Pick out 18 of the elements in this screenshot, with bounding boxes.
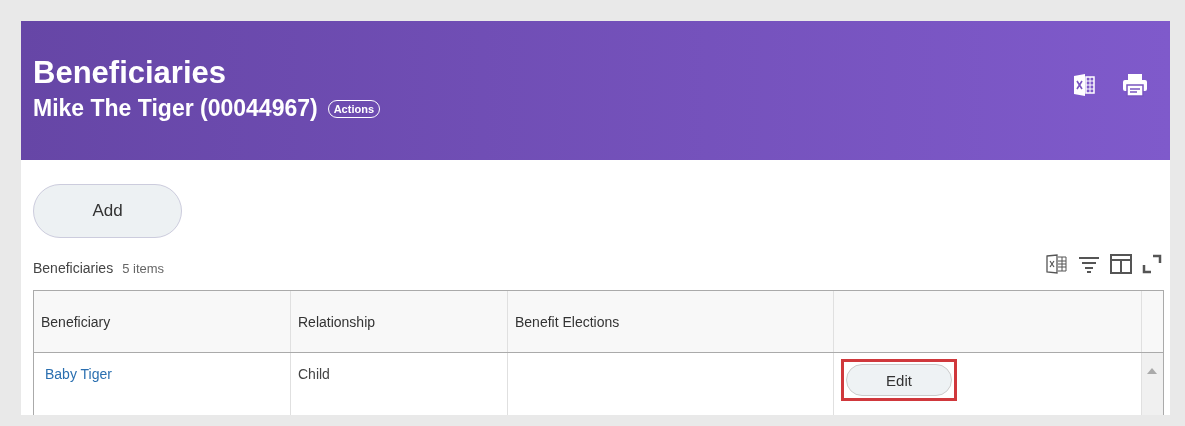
beneficiary-link[interactable]: Baby Tiger bbox=[41, 366, 112, 382]
page-title: Beneficiaries bbox=[33, 55, 227, 91]
print-icon[interactable] bbox=[1122, 73, 1148, 97]
table-title: Beneficiaries bbox=[33, 260, 114, 276]
item-count: 5 items bbox=[122, 261, 165, 276]
table-cell: Child bbox=[298, 366, 330, 382]
scrollbar[interactable] bbox=[1142, 353, 1163, 415]
expand-icon[interactable] bbox=[1142, 254, 1162, 274]
add-button[interactable]: Add bbox=[33, 184, 182, 238]
worker-name: Mike The Tiger (00044967) bbox=[33, 95, 318, 122]
columns-icon[interactable] bbox=[1110, 254, 1132, 274]
spreadsheet-icon[interactable] bbox=[1046, 254, 1068, 274]
filter-icon[interactable] bbox=[1078, 255, 1100, 273]
spreadsheet-icon[interactable] bbox=[1072, 73, 1096, 97]
column-header: Benefit Elections bbox=[508, 291, 834, 352]
column-header: Beneficiary bbox=[34, 291, 291, 352]
edit-button[interactable]: Edit bbox=[846, 364, 952, 396]
column-header: Relationship bbox=[291, 291, 508, 352]
